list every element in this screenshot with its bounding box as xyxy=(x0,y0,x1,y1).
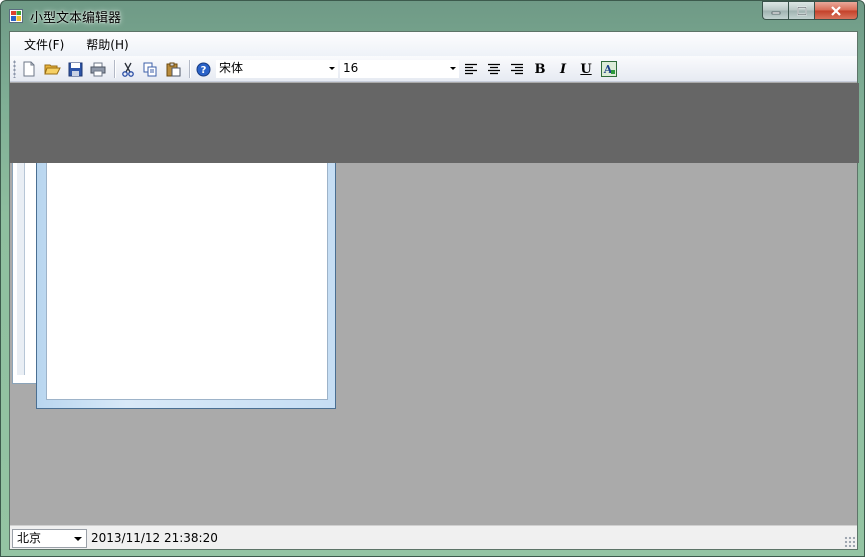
mdi-child-window[interactable] xyxy=(36,163,336,409)
svg-text:A: A xyxy=(603,63,613,76)
font-size-value: 16 xyxy=(343,61,359,75)
app-icon xyxy=(9,9,23,23)
minimize-button[interactable] xyxy=(762,1,788,20)
font-name-value: 宋体 xyxy=(219,61,244,75)
print-button[interactable] xyxy=(89,60,107,78)
chevron-down-icon[interactable] xyxy=(329,67,335,70)
title-bar[interactable]: 小型文本编辑器 xyxy=(1,1,864,31)
document-text-area[interactable] xyxy=(46,163,328,400)
menu-file[interactable]: 文件(F) xyxy=(16,33,72,56)
help-button[interactable]: ? xyxy=(194,60,212,78)
mdi-client-area: 文件(F) 帮助(H) ? 宋体 16 B I U A 北京 2013/11/1… xyxy=(9,31,859,550)
main-window: 小型文本编辑器 文件(F) 帮助(H) ? 宋体 16 B I U A 北京 2… xyxy=(0,0,865,557)
align-right-button[interactable] xyxy=(508,60,526,78)
align-left-button[interactable] xyxy=(462,60,480,78)
toolbar-grip[interactable] xyxy=(13,60,16,78)
close-button[interactable] xyxy=(814,1,858,20)
cut-icon xyxy=(122,62,134,77)
city-combo[interactable]: 北京 xyxy=(12,529,87,548)
paste-button[interactable] xyxy=(164,60,182,78)
underline-button[interactable]: U xyxy=(577,60,595,78)
chevron-down-icon[interactable] xyxy=(74,537,82,541)
italic-button[interactable]: I xyxy=(554,60,572,78)
toolbar: ? 宋体 16 B I U A xyxy=(10,56,857,82)
dark-panel xyxy=(10,83,859,163)
menu-help[interactable]: 帮助(H) xyxy=(78,33,136,56)
font-size-combo[interactable]: 16 xyxy=(340,60,459,78)
toolbar-separator xyxy=(114,60,115,78)
svg-text:?: ? xyxy=(200,65,206,76)
mdi-child-back-frame xyxy=(17,163,25,375)
status-datetime: 2013/11/12 21:38:20 xyxy=(91,531,218,545)
font-color-icon: A xyxy=(601,61,617,77)
help-icon: ? xyxy=(196,62,210,76)
maximize-button[interactable] xyxy=(788,1,814,20)
align-right-icon xyxy=(511,63,523,75)
new-icon xyxy=(23,61,35,77)
open-folder-icon xyxy=(43,64,61,75)
toolbar-separator xyxy=(189,60,190,78)
align-left-icon xyxy=(465,63,477,75)
font-color-button[interactable]: A xyxy=(600,60,618,78)
status-bar: 北京 2013/11/12 21:38:20 xyxy=(10,525,857,549)
maximize-icon xyxy=(796,6,807,15)
bold-button[interactable]: B xyxy=(531,60,549,78)
copy-icon xyxy=(143,62,156,76)
new-button[interactable] xyxy=(20,60,38,78)
align-center-button[interactable] xyxy=(485,60,503,78)
cut-button[interactable] xyxy=(119,60,137,78)
save-button[interactable] xyxy=(66,60,84,78)
copy-button[interactable] xyxy=(141,60,159,78)
align-center-icon xyxy=(488,63,500,75)
print-icon xyxy=(90,62,106,76)
caption-buttons xyxy=(762,1,858,21)
city-value: 北京 xyxy=(17,531,42,545)
font-name-combo[interactable]: 宋体 xyxy=(216,60,338,78)
menu-bar: 文件(F) 帮助(H) xyxy=(10,32,857,56)
open-button[interactable] xyxy=(43,60,61,78)
close-icon xyxy=(831,5,841,16)
chevron-down-icon[interactable] xyxy=(450,67,456,70)
paste-icon xyxy=(166,62,180,76)
window-title: 小型文本编辑器 xyxy=(30,11,122,26)
resize-grip[interactable] xyxy=(844,536,855,547)
minimize-icon xyxy=(771,11,780,14)
save-icon xyxy=(68,62,82,76)
